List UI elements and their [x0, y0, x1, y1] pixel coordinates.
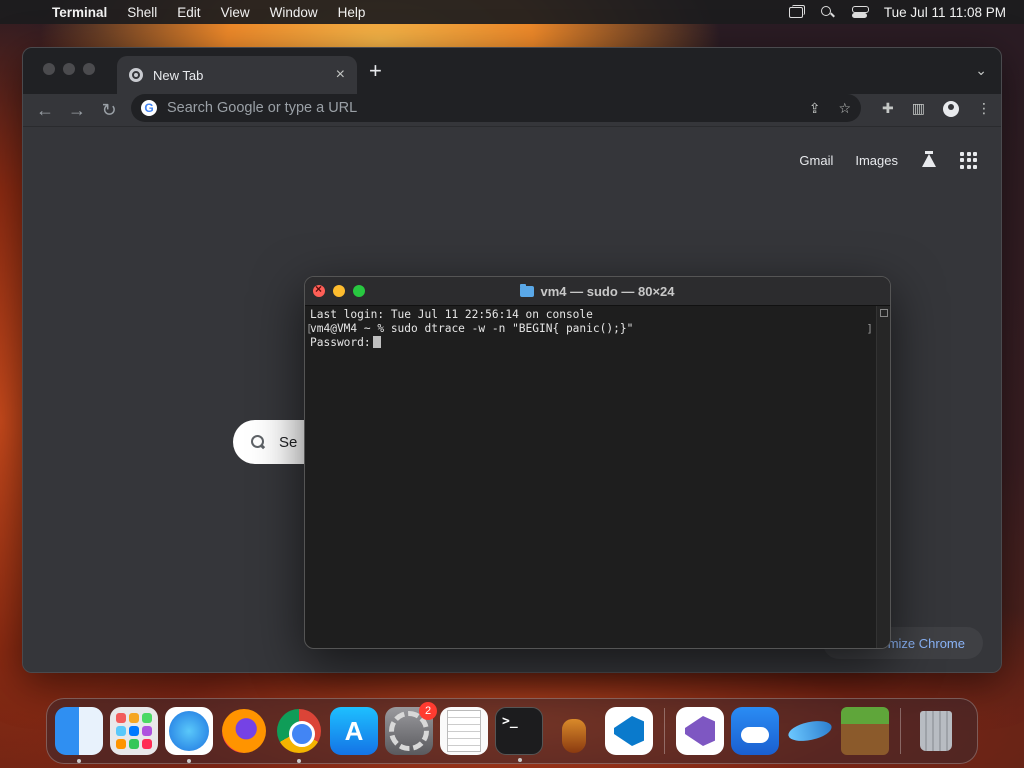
menu-view[interactable]: View: [211, 5, 260, 20]
notification-badge: 2: [419, 702, 437, 720]
terminal-title: vm4 — sudo — 80×24: [540, 283, 675, 299]
forward-arrow-icon[interactable]: →: [61, 100, 93, 121]
spotlight-search-icon[interactable]: [820, 5, 836, 19]
terminal-window: vm4 — sudo — 80×24 Last login: Tue Jul 1…: [304, 276, 891, 649]
tab-title: New Tab: [153, 67, 204, 83]
share-icon[interactable]: ⇪: [809, 100, 821, 117]
control-center-icon[interactable]: [851, 5, 869, 19]
chrome-favicon-icon: [129, 68, 143, 82]
screen-mirroring-icon[interactable]: [788, 5, 805, 19]
menu-help[interactable]: Help: [328, 5, 376, 20]
finder-icon[interactable]: [55, 707, 103, 763]
mark-bracket-right: ]: [866, 322, 873, 335]
firefox-icon[interactable]: [220, 707, 268, 755]
running-indicator: [187, 759, 191, 763]
terminal-window-controls: [313, 282, 365, 297]
weather-icon[interactable]: [731, 707, 779, 755]
running-indicator: [518, 758, 522, 762]
terminal-title-bar[interactable]: vm4 — sudo — 80×24: [305, 277, 890, 306]
menu-shell[interactable]: Shell: [117, 5, 167, 20]
visual-studio-icon[interactable]: [676, 707, 724, 755]
menu-edit[interactable]: Edit: [167, 5, 210, 20]
safari-icon[interactable]: [165, 707, 213, 763]
menubar-status-area: Tue Jul 11 11:08 PM: [788, 5, 1024, 20]
menubar-clock[interactable]: Tue Jul 11 11:08 PM: [884, 5, 1006, 20]
terminal-minimize-button[interactable]: [333, 285, 345, 297]
launchpad-icon[interactable]: [110, 707, 158, 755]
omnibox-input[interactable]: [167, 100, 787, 116]
dolphin-icon[interactable]: [786, 707, 834, 755]
images-link[interactable]: Images: [855, 153, 898, 168]
dock: A 2 >_: [46, 698, 978, 764]
scrollbar-knob[interactable]: [880, 309, 888, 317]
chrome-minimize-button[interactable]: [63, 63, 75, 75]
terminal-line: vm4@VM4 ~ % sudo dtrace -w -n "BEGIN{ pa…: [310, 322, 634, 335]
customize-chrome-label: omize Chrome: [880, 635, 965, 651]
chrome-icon[interactable]: [275, 707, 323, 763]
trash-icon[interactable]: [912, 707, 960, 755]
guitar-icon[interactable]: [550, 707, 598, 755]
running-indicator: [77, 759, 81, 763]
chrome-window-controls: [43, 63, 95, 75]
chrome-zoom-button[interactable]: [83, 63, 95, 75]
menu-bar: Terminal Shell Edit View Window Help Tue…: [0, 0, 1024, 24]
menu-app-name[interactable]: Terminal: [52, 5, 117, 20]
back-arrow-icon[interactable]: ←: [29, 100, 61, 121]
menu-window[interactable]: Window: [260, 5, 328, 20]
extensions-puzzle-icon[interactable]: ✚: [882, 100, 894, 117]
profile-avatar-icon[interactable]: [943, 100, 959, 117]
terminal-prompt-glyph: >_: [502, 714, 518, 729]
terminal-zoom-button[interactable]: [353, 285, 365, 297]
omnibox[interactable]: G ⇪ ☆: [131, 94, 861, 122]
new-tab-plus-icon[interactable]: +: [369, 60, 382, 82]
terminal-line: Last login: Tue Jul 11 22:56:14 on conso…: [310, 308, 593, 321]
ntp-header-links: Gmail Images: [799, 151, 977, 169]
tab-new-tab[interactable]: New Tab ×: [117, 56, 357, 94]
gmail-link[interactable]: Gmail: [799, 153, 833, 168]
terminal-prompt-line: Password:: [310, 336, 871, 350]
chrome-tab-strip: New Tab × + ⌄: [23, 48, 1001, 94]
google-apps-grid-icon[interactable]: [960, 151, 977, 169]
ntp-search-text: Se: [279, 433, 298, 451]
app-store-icon[interactable]: A: [330, 707, 378, 755]
textedit-icon[interactable]: [440, 707, 488, 755]
vscode-icon[interactable]: [605, 707, 653, 755]
chrome-menu-kebab-icon[interactable]: ⋮: [977, 100, 991, 117]
terminal-output[interactable]: Last login: Tue Jul 11 22:56:14 on conso…: [305, 306, 876, 648]
chrome-close-button[interactable]: [43, 63, 55, 75]
dock-separator: [664, 708, 665, 754]
chrome-toolbar: ← → ↻ G ⇪ ☆ ✚ ▥ ⋮: [23, 94, 1001, 127]
search-icon: [251, 435, 265, 449]
tab-close-icon[interactable]: ×: [336, 66, 345, 84]
terminal-icon[interactable]: >_: [495, 707, 543, 762]
password-prompt: Password:: [310, 336, 371, 349]
google-g-icon: G: [141, 100, 157, 116]
labs-flask-icon[interactable]: [920, 151, 938, 169]
bookmark-star-icon[interactable]: ☆: [838, 100, 851, 117]
terminal-close-button[interactable]: [313, 282, 325, 297]
mark-bracket-left: [: [306, 322, 313, 335]
side-panel-icon[interactable]: ▥: [912, 100, 925, 117]
tab-search-chevron-down-icon[interactable]: ⌄: [975, 62, 987, 79]
dock-separator: [900, 708, 901, 754]
minecraft-icon[interactable]: [841, 707, 889, 755]
reload-icon[interactable]: ↻: [93, 100, 125, 121]
running-indicator: [297, 759, 301, 763]
folder-icon: [520, 283, 535, 297]
text-cursor: [372, 336, 381, 348]
settings-icon[interactable]: 2: [385, 702, 437, 755]
terminal-scrollbar[interactable]: [876, 306, 890, 648]
